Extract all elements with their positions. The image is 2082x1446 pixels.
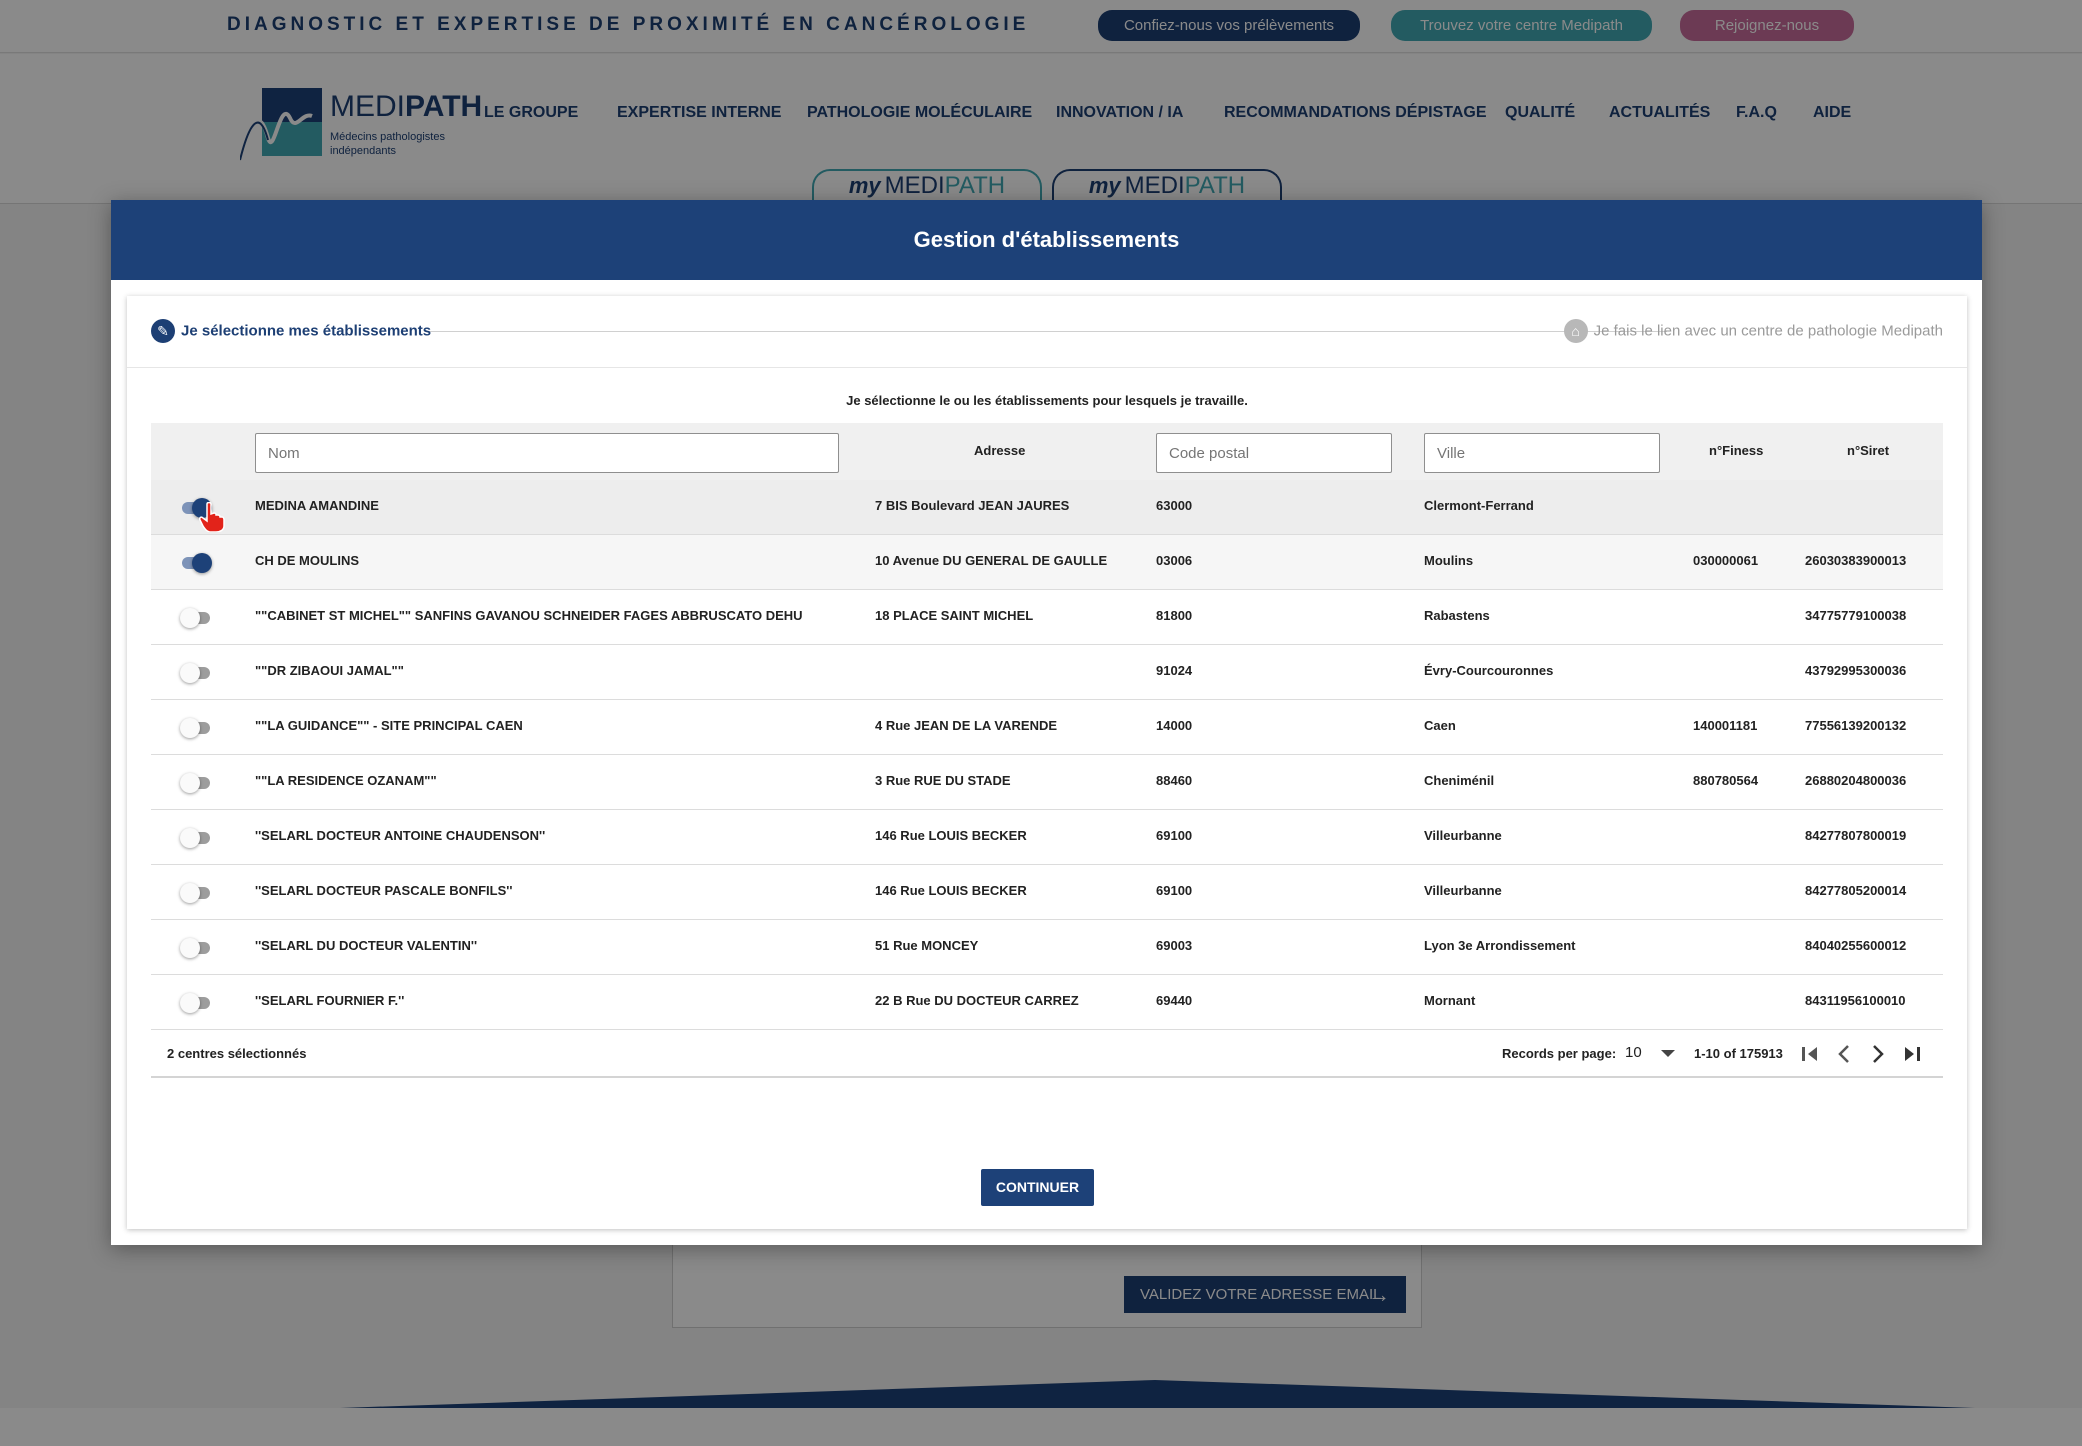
header-adresse: Adresse [974,443,1026,458]
first-page-icon[interactable] [1799,1043,1821,1065]
select-toggle[interactable] [180,828,210,848]
cell-siret: 26030383900013 [1805,553,1907,568]
cell-siret: 84277805200014 [1805,883,1907,898]
cell-finess: 880780564 [1693,773,1759,788]
select-toggle[interactable] [180,883,210,903]
cell-adresse: 4 Rue JEAN DE LA VARENDE [875,718,1058,733]
cell-nom: ""LA RESIDENCE OZANAM"" [255,773,437,788]
table-footer: 2 centres sélectionnés Records per page:… [151,1028,1943,1078]
cell-siret: 84311956100010 [1805,993,1906,1008]
records-per-page-label: Records per page: [1502,1046,1617,1061]
table-row[interactable]: ''SELARL DOCTEUR PASCALE BONFILS'' 146 Ru… [151,865,1943,920]
table-row[interactable]: ""DR ZIBAOUI JAMAL"" 91024 Évry-Courcouron… [151,645,1943,700]
header-siret: n°Siret [1847,443,1890,458]
cell-ville: Lyon 3e Arrondissement [1424,938,1576,953]
intro-text: Je sélectionne le ou les établissements … [846,393,1248,408]
cell-ville: Villeurbanne [1424,883,1502,898]
cell-nom: ''SELARL DU DOCTEUR VALENTIN'' [255,938,478,953]
cell-siret: 43792995300036 [1805,663,1907,678]
table-row[interactable]: MEDINA AMANDINE 7 BIS Boulevard JEAN JAUR… [151,480,1943,535]
select-toggle[interactable] [180,553,212,573]
cell-cp: 88460 [1156,773,1193,788]
cell-ville: Mornant [1424,993,1476,1008]
table-row[interactable]: ""CABINET ST MICHEL"" SANFINS GAVANOU SC… [151,590,1943,645]
cell-ville: Villeurbanne [1424,828,1502,843]
cell-cp: 69100 [1156,883,1193,898]
cell-nom: ""DR ZIBAOUI JAMAL"" [255,663,404,678]
selected-count: 2 centres sélectionnés [167,1046,307,1061]
cell-ville: Rabastens [1424,608,1490,623]
nom-filter-input[interactable] [255,433,839,473]
cell-cp: 69440 [1156,993,1193,1008]
cell-nom: CH DE MOULINS [255,553,359,568]
cell-adresse: 7 BIS Boulevard JEAN JAURES [875,498,1070,513]
cell-ville: Moulins [1424,553,1474,568]
code-postal-filter-input[interactable] [1156,433,1392,473]
cell-adresse: 10 Avenue DU GENERAL DE GAULLE [875,553,1108,568]
select-toggle[interactable] [180,663,210,683]
step-link-center[interactable]: ⌂ Je fais le lien avec un centre de patho… [1563,319,1943,343]
table-row[interactable]: CH DE MOULINS 10 Avenue DU GENERAL DE GAU… [151,535,1943,590]
cell-nom: MEDINA AMANDINE [255,498,379,513]
continue-button[interactable]: CONTINUER [981,1169,1094,1206]
records-per-page-select[interactable]: 10 [1625,1044,1642,1061]
cell-siret: 84040255600012 [1805,938,1907,953]
cell-nom: ""LA GUIDANCE"" - SITE PRINCIPAL CAEN [255,718,523,733]
select-toggle[interactable] [180,718,210,738]
cell-cp: 81800 [1156,608,1193,623]
step-select-establishments[interactable]: ✎ Je sélectionne mes établissements [151,319,431,343]
select-toggle[interactable] [180,938,210,958]
chevron-down-icon[interactable] [1661,1050,1675,1057]
modal-title: Gestion d'établissements [111,200,1982,280]
modal-panel: ✎ Je sélectionne mes établissements ⌂ Je f… [127,296,1967,1229]
cell-siret: 26880204800036 [1805,773,1907,788]
stepper: ✎ Je sélectionne mes établissements ⌂ Je f… [127,296,1967,368]
cell-cp: 03006 [1156,553,1193,568]
cell-nom: ''SELARL FOURNIER F.'' [255,993,405,1008]
hand-cursor-icon [199,502,225,532]
table-row[interactable]: ''SELARL DU DOCTEUR VALENTIN'' 51 Rue MON… [151,920,1943,975]
cell-adresse: 146 Rue LOUIS BECKER [875,828,1027,843]
cell-adresse: 3 Rue RUE DU STADE [875,773,1011,788]
cell-nom: ''SELARL DOCTEUR ANTOINE CHAUDENSON'' [255,828,546,843]
establishments-modal: Gestion d'établissements ✎ Je sélectionne… [111,200,1982,1245]
cell-cp: 91024 [1156,663,1193,678]
previous-page-icon[interactable] [1833,1043,1855,1065]
select-toggle[interactable] [180,993,210,1013]
table-row[interactable]: ''SELARL DOCTEUR ANTOINE CHAUDENSON'' 146… [151,810,1943,865]
cell-cp: 14000 [1156,718,1193,733]
next-page-icon[interactable] [1867,1043,1889,1065]
table-row[interactable]: ''SELARL FOURNIER F.'' 22 B Rue DU DOCTEU… [151,975,1943,1030]
cell-cp: 63000 [1156,498,1193,513]
cell-adresse: 51 Rue MONCEY [875,938,979,953]
select-toggle[interactable] [180,773,210,793]
table-row[interactable]: ""LA GUIDANCE"" - SITE PRINCIPAL CAEN 4 R… [151,700,1943,755]
cell-ville: Évry-Courcouronnes [1424,663,1554,678]
select-toggle[interactable] [180,608,210,628]
cell-adresse: 22 B Rue DU DOCTEUR CARREZ [875,993,1079,1008]
cell-nom: ''SELARL DOCTEUR PASCALE BONFILS'' [255,883,513,898]
cell-ville: Caen [1424,718,1456,733]
cell-adresse: 146 Rue LOUIS BECKER [875,883,1027,898]
cell-nom: ""CABINET ST MICHEL"" SANFINS GAVANOU SC… [255,608,803,623]
table-header: Adresse n°Finess n°Siret [151,423,1943,480]
last-page-icon[interactable] [1901,1043,1923,1065]
cell-cp: 69003 [1156,938,1193,953]
cell-finess: 030000061 [1693,553,1759,568]
cell-siret: 84277807800019 [1805,828,1907,843]
cell-ville: Clermont-Ferrand [1424,498,1534,513]
ville-filter-input[interactable] [1424,433,1660,473]
table-row[interactable]: ""LA RESIDENCE OZANAM"" 3 Rue RUE DU STAD… [151,755,1943,810]
home-icon: ⌂ [1563,319,1588,343]
pencil-icon: ✎ [151,319,175,343]
header-finess: n°Finess [1709,443,1764,458]
page-range: 1-10 of 175913 [1694,1046,1783,1061]
cell-finess: 140001181 [1693,718,1758,733]
cell-cp: 69100 [1156,828,1193,843]
stepper-divider [427,331,1667,332]
cell-ville: Cheniménil [1424,773,1495,788]
cell-siret: 34775779100038 [1805,608,1907,623]
cell-adresse: 18 PLACE SAINT MICHEL [875,608,1034,623]
cell-siret: 77556139200132 [1805,718,1907,733]
